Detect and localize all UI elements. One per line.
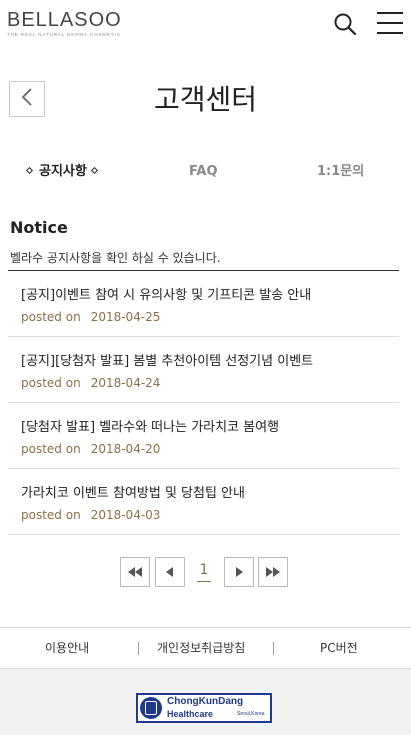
brand-name: ChongKunDang — [167, 696, 244, 707]
brand-location: Seoul,Korea — [237, 711, 265, 717]
notice-date: 2018-04-20 — [90, 442, 161, 456]
notice-meta: posted on 2018-04-24 — [21, 375, 399, 391]
chongkundang-emblem-icon — [140, 697, 162, 719]
search-icon[interactable] — [333, 12, 357, 36]
logo-tagline: THE REAL NATURAL DERMA COSMETIC — [7, 32, 121, 37]
notice-title[interactable]: 가라치코 이벤트 참여방법 및 당첨팁 안내 — [21, 485, 399, 503]
bellasoo-logo[interactable]: BELLASOO THE REAL NATURAL DERMA COSMETIC — [7, 9, 123, 38]
posted-label: posted on — [21, 508, 81, 522]
notice-meta: posted on 2018-04-20 — [21, 441, 399, 457]
footer-divider — [273, 642, 274, 655]
triangle-left-icon — [165, 563, 175, 582]
brand-subname: Healthcare — [167, 709, 214, 719]
notice-title[interactable]: [공지]이벤트 참여 시 유의사항 및 기프티콘 발송 안내 — [21, 287, 399, 305]
tab-faq[interactable]: FAQ — [189, 160, 218, 184]
posted-label: posted on — [21, 310, 81, 324]
section-description: 벨라수 공지사항을 확인 하실 수 있습니다. — [10, 251, 221, 265]
page-title: 고객센터 — [153, 83, 258, 116]
footer-link-guide[interactable]: 이용안내 — [45, 628, 89, 669]
chongkundang-logo: ChongKunDang Healthcare Seoul,Korea — [136, 693, 272, 723]
footer-divider — [138, 642, 139, 655]
notice-date: 2018-04-25 — [90, 310, 161, 324]
diamond-icon — [25, 166, 34, 175]
notice-title[interactable]: [공지][당첨자 발표] 봄별 추천아이템 선정기념 이벤트 — [21, 353, 399, 371]
tab-inquiry[interactable]: 1:1문의 — [317, 160, 364, 184]
notice-date: 2018-04-24 — [90, 376, 161, 390]
footer-link-pc-version[interactable]: PC버전 — [320, 628, 358, 669]
support-tabs: 공지사항 FAQ 1:1문의 — [0, 160, 411, 184]
posted-label: posted on — [21, 442, 81, 456]
notice-title[interactable]: [당첨자 발표] 벨라수와 떠나는 가라치코 봄여행 — [21, 419, 399, 437]
footer-link-privacy[interactable]: 개인정보취급방침 — [157, 628, 245, 669]
section-title: Notice — [10, 218, 68, 237]
tab-label: 공지사항 — [39, 164, 87, 179]
triangle-right-icon — [234, 563, 244, 582]
hamburger-menu-icon[interactable] — [376, 11, 404, 35]
prev-page-button[interactable] — [155, 557, 185, 587]
notice-date: 2018-04-03 — [90, 508, 161, 522]
notice-list: [공지]이벤트 참여 시 유의사항 및 기프티콘 발송 안내 posted on… — [8, 271, 399, 535]
list-item[interactable]: [당첨자 발표] 벨라수와 떠나는 가라치코 봄여행 posted on 2018… — [8, 403, 399, 469]
posted-label: posted on — [21, 376, 81, 390]
list-item[interactable]: [공지][당첨자 발표] 봄별 추천아이템 선정기념 이벤트 posted on… — [8, 337, 399, 403]
last-page-button[interactable] — [258, 557, 288, 587]
tab-notice[interactable]: 공지사항 — [22, 160, 104, 184]
first-page-button[interactable] — [120, 557, 150, 587]
notice-meta: posted on 2018-04-03 — [21, 507, 399, 523]
footer-links: 이용안내 개인정보취급방침 PC버전 — [0, 627, 411, 669]
page-number-current[interactable]: 1 — [197, 559, 211, 582]
list-item[interactable]: [공지]이벤트 참여 시 유의사항 및 기프티콘 발송 안내 posted on… — [8, 271, 399, 337]
next-page-button[interactable] — [224, 557, 254, 587]
list-item[interactable]: 가라치코 이벤트 참여방법 및 당첨팁 안내 posted on 2018-04-… — [8, 469, 399, 535]
double-chevron-right-icon — [265, 563, 281, 582]
logo-wordmark: BELLASOO — [7, 9, 122, 31]
header: BELLASOO THE REAL NATURAL DERMA COSMETIC — [0, 0, 411, 48]
diamond-icon — [90, 166, 98, 175]
double-chevron-left-icon — [127, 563, 143, 582]
notice-meta: posted on 2018-04-25 — [21, 309, 399, 325]
